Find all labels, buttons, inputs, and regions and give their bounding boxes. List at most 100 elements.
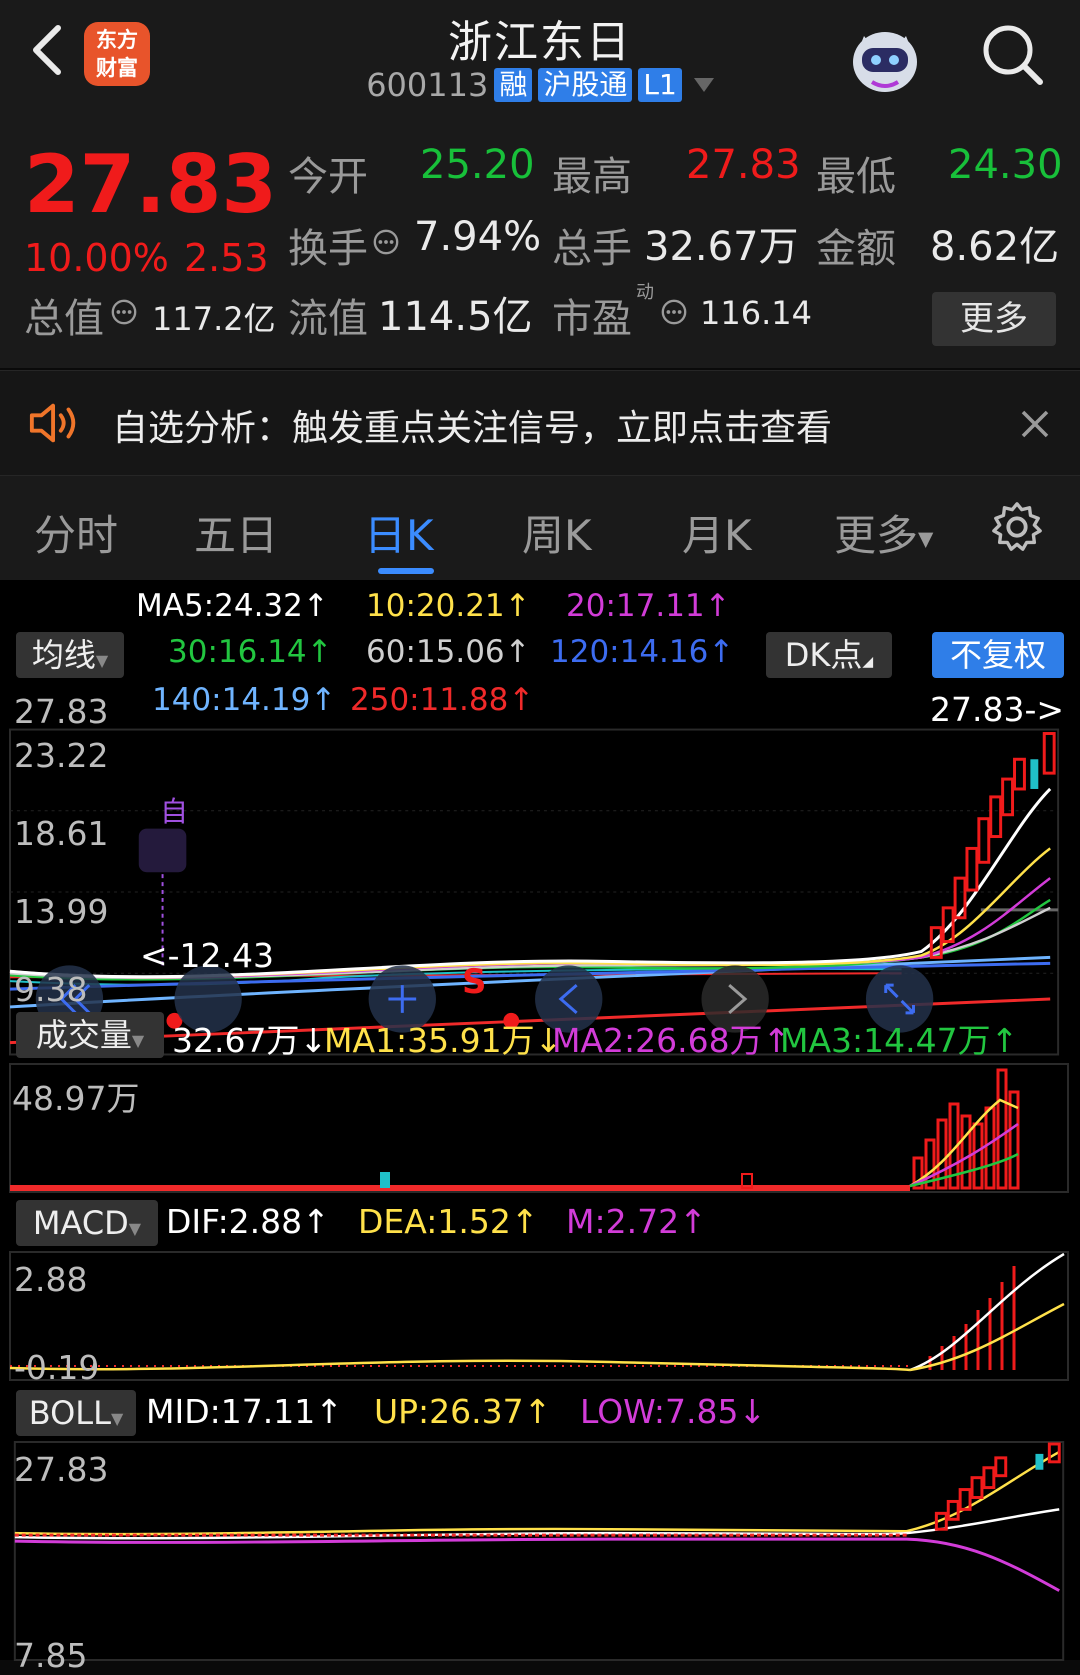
current-price: 27.83 (24, 138, 278, 231)
alert-text[interactable]: 自选分析：触发重点关注信号，立即点击查看 (112, 399, 832, 451)
tab-five-day[interactable]: 五日 (194, 502, 278, 563)
tab-more-label: 更多 (834, 511, 919, 560)
volume-value: 32.67万↓ (172, 1021, 328, 1060)
change-amount: 2.53 (184, 236, 269, 280)
ma140-label: 140:14.19↑ (152, 682, 337, 718)
tab-more[interactable]: 更多▼ (834, 502, 933, 563)
turnover-label: 换手 (288, 226, 368, 272)
macd-dif: DIF:2.88↑ (166, 1202, 330, 1241)
robot-icon[interactable] (842, 16, 928, 102)
close-icon[interactable] (1020, 409, 1050, 439)
macd-chart[interactable] (9, 1251, 1070, 1382)
open-value: 25.20 (420, 142, 535, 188)
more-button[interactable]: 更多 (932, 292, 1056, 346)
kline-chart-area: MA5:24.32↑ 10:20.21↑ 20:17.11↑ 均线▼ 30:16… (0, 580, 1080, 1675)
macd-histogram-rally (928, 1266, 1016, 1370)
volume-ma1: MA1:35.91万↓ (324, 1021, 563, 1060)
tag-level: L1 (638, 68, 682, 102)
boll-axis-bottom: 7.85 (14, 1636, 88, 1675)
volume-chart[interactable] (9, 1063, 1070, 1194)
caret-down-icon: ▼ (95, 651, 109, 670)
self-marker[interactable]: 自 (160, 790, 188, 830)
chevron-down-icon (693, 78, 714, 92)
volume-ma2: MA2:26.68万↑ (552, 1021, 791, 1060)
tab-daily-k[interactable]: 日K (364, 502, 434, 563)
ma120-label: 120:14.16↑ (550, 634, 735, 670)
dif-line (909, 1252, 1065, 1372)
boll-lower-line (14, 1537, 1060, 1592)
open-label: 今开 (288, 154, 368, 200)
gear-icon[interactable] (990, 500, 1044, 554)
top-bar: 东方 财富 浙江东日 600113 融 沪股通 L1 (0, 0, 1080, 119)
ma-selector[interactable]: 均线▼ (16, 632, 124, 678)
total-value-label: 总值 (24, 296, 104, 342)
self-marker-bg (138, 828, 187, 873)
total-value: 117.2亿 (152, 300, 276, 338)
volume-selector[interactable]: 成交量▼ (16, 1012, 164, 1058)
macd-selector[interactable]: MACD▼ (16, 1200, 158, 1246)
candle (941, 906, 955, 944)
boll-axis-top: 27.83 (14, 1450, 109, 1489)
volume-bar (984, 1106, 996, 1190)
corner-arrow-icon: ◢ (862, 654, 874, 670)
tab-weekly-k[interactable]: 周K (522, 502, 592, 563)
macd-axis-top: 2.88 (14, 1260, 88, 1299)
volume-bar (972, 1122, 984, 1190)
ma5-label: MA5:24.32↑ (136, 588, 329, 624)
boll-selector[interactable]: BOLL▼ (16, 1390, 136, 1436)
boll-selector-label: BOLL (28, 1394, 111, 1432)
speaker-icon (29, 403, 76, 443)
amount-label: 金额 (816, 226, 896, 272)
tag-margin: 融 (494, 68, 533, 102)
info-icon[interactable] (660, 298, 688, 326)
macd-selector-label: MACD (32, 1204, 129, 1242)
boll-up: UP:26.37↑ (374, 1392, 552, 1431)
price-axis-2: 23.22 (14, 736, 109, 775)
last-price-marker: 27.83-> (930, 690, 1065, 729)
price-axis-1: 27.83 (14, 692, 109, 731)
candle (1001, 777, 1015, 817)
ma-selector-label: 均线 (31, 636, 96, 674)
volume-ma3: MA3:14.47万↑ (780, 1021, 1019, 1060)
candle (946, 1499, 960, 1521)
candle (1042, 732, 1056, 775)
quote-panel: 27.83 10.00% 2.53 今开 25.20 最高 27.83 最低 2… (0, 118, 1080, 368)
boll-mid: MID:17.11↑ (146, 1392, 343, 1431)
candle (977, 817, 991, 864)
ma10-label: 10:20.21↑ (366, 588, 531, 624)
ma30-label: 30:16.14↑ (168, 634, 333, 670)
high-value: 27.83 (686, 142, 801, 188)
candle (970, 1476, 984, 1499)
caret-down-icon: ▼ (110, 1409, 124, 1428)
volume-bars-rally (912, 1068, 1020, 1190)
alert-banner[interactable]: 自选分析：触发重点关注信号，立即点击查看 (0, 370, 1080, 476)
candle (1013, 757, 1026, 791)
search-icon[interactable] (978, 20, 1048, 90)
float-value: 114.5亿 (378, 294, 533, 340)
volume-bar (996, 1068, 1008, 1190)
candle-down (1035, 1453, 1044, 1470)
price-chart[interactable] (9, 728, 1070, 1058)
tag-connect: 沪股通 (538, 68, 633, 102)
high-label: 最高 (552, 154, 632, 200)
tab-intraday[interactable]: 分时 (34, 502, 118, 563)
adjust-button[interactable]: 不复权 (932, 632, 1064, 678)
price-axis-4: 13.99 (14, 892, 109, 931)
macd-dea: DEA:1.52↑ (358, 1202, 539, 1241)
pe-dynamic-mark: 动 (636, 282, 654, 303)
info-icon[interactable] (372, 228, 400, 256)
volume-selector-label: 成交量 (35, 1016, 132, 1054)
volume-axis-top: 48.97万 (12, 1079, 140, 1118)
macd-axis-bottom: -0.19 (14, 1348, 100, 1387)
boll-chart[interactable] (10, 1441, 1070, 1661)
pe-value: 116.14 (700, 294, 812, 332)
stock-code: 600113 (366, 66, 489, 104)
active-tab-indicator (378, 568, 434, 574)
info-icon[interactable] (110, 298, 138, 326)
pe-label: 市盈 (552, 296, 632, 342)
candle (965, 846, 979, 892)
dk-point-button[interactable]: DK点◢ (766, 632, 892, 678)
candle-down (1030, 759, 1039, 789)
tab-monthly-k[interactable]: 月K (682, 502, 752, 563)
candle (982, 1466, 996, 1490)
